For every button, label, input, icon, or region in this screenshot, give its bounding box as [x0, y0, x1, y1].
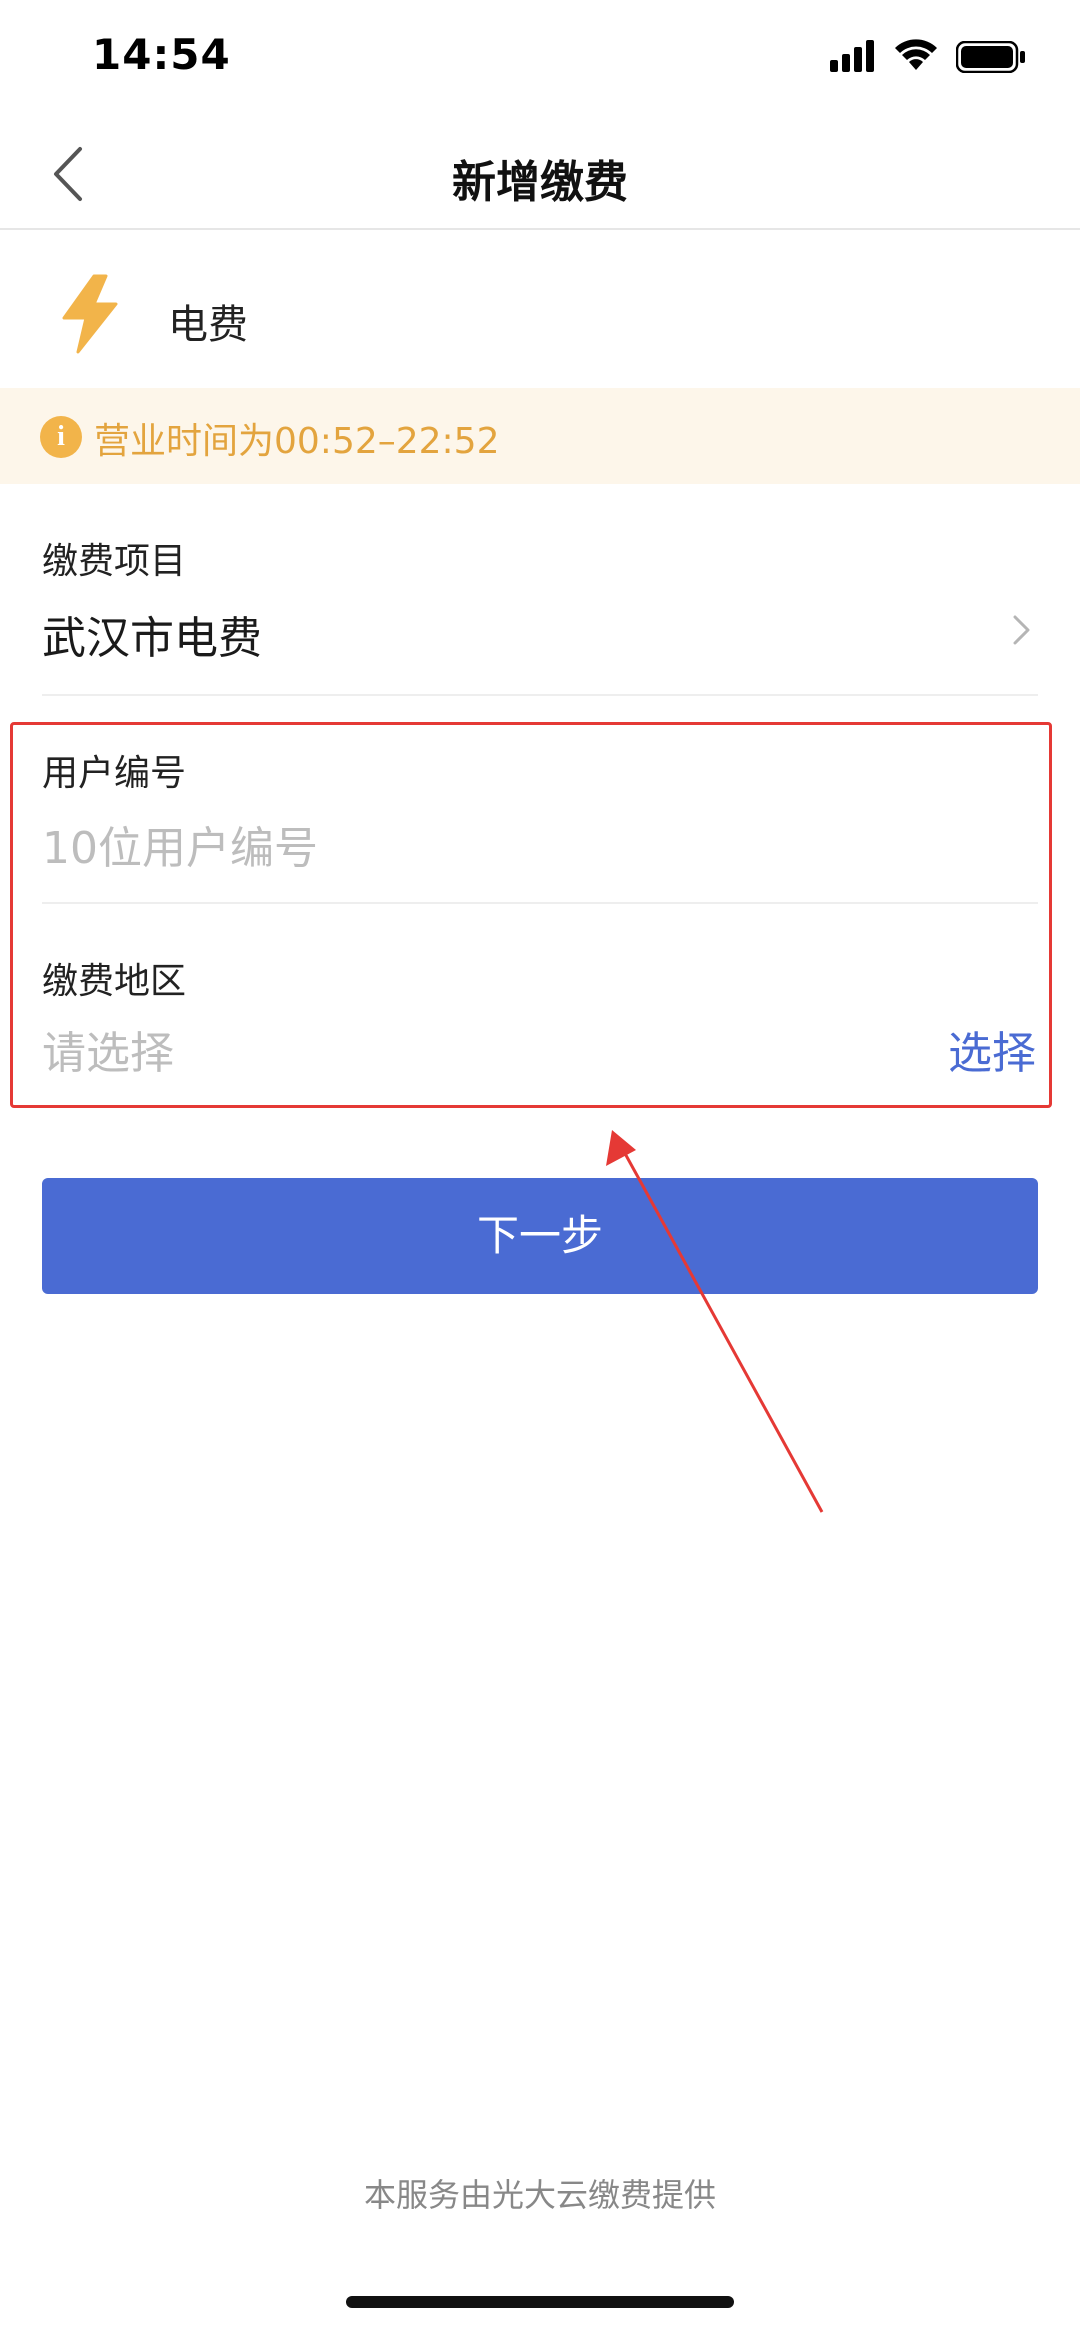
service-header: 电费 — [0, 232, 1080, 388]
chevron-right-icon[interactable] — [1010, 612, 1034, 648]
cellular-signal-icon — [830, 40, 874, 72]
divider — [42, 694, 1038, 696]
lightning-bolt-icon — [62, 274, 118, 354]
notice-text: 营业时间为00:52–22:52 — [94, 421, 500, 462]
payment-item-label: 缴费项目 — [42, 541, 187, 582]
highlight-box — [10, 722, 1052, 1108]
next-step-button[interactable]: 下一步 — [42, 1178, 1038, 1294]
home-indicator[interactable] — [346, 2296, 734, 2308]
battery-icon — [956, 41, 1025, 73]
business-hours-notice: i 营业时间为00:52–22:52 — [0, 388, 1080, 484]
payment-item-selector[interactable]: 武汉市电费 — [42, 602, 262, 666]
nav-bar: 新增缴费 — [0, 118, 1080, 230]
page-title: 新增缴费 — [452, 157, 628, 208]
service-provider-footer: 本服务由光大云缴费提供 — [363, 2176, 716, 2214]
status-time: 14:54 — [92, 30, 231, 79]
wifi-icon — [895, 39, 937, 70]
page: 14:54 新增缴费 电费 i 营业时间为00:52–22:52 缴费项目 武汉… — [0, 0, 1080, 2337]
status-bar: 14:54 — [0, 0, 1080, 118]
service-name: 电费 — [168, 302, 248, 348]
info-icon: i — [40, 416, 82, 458]
